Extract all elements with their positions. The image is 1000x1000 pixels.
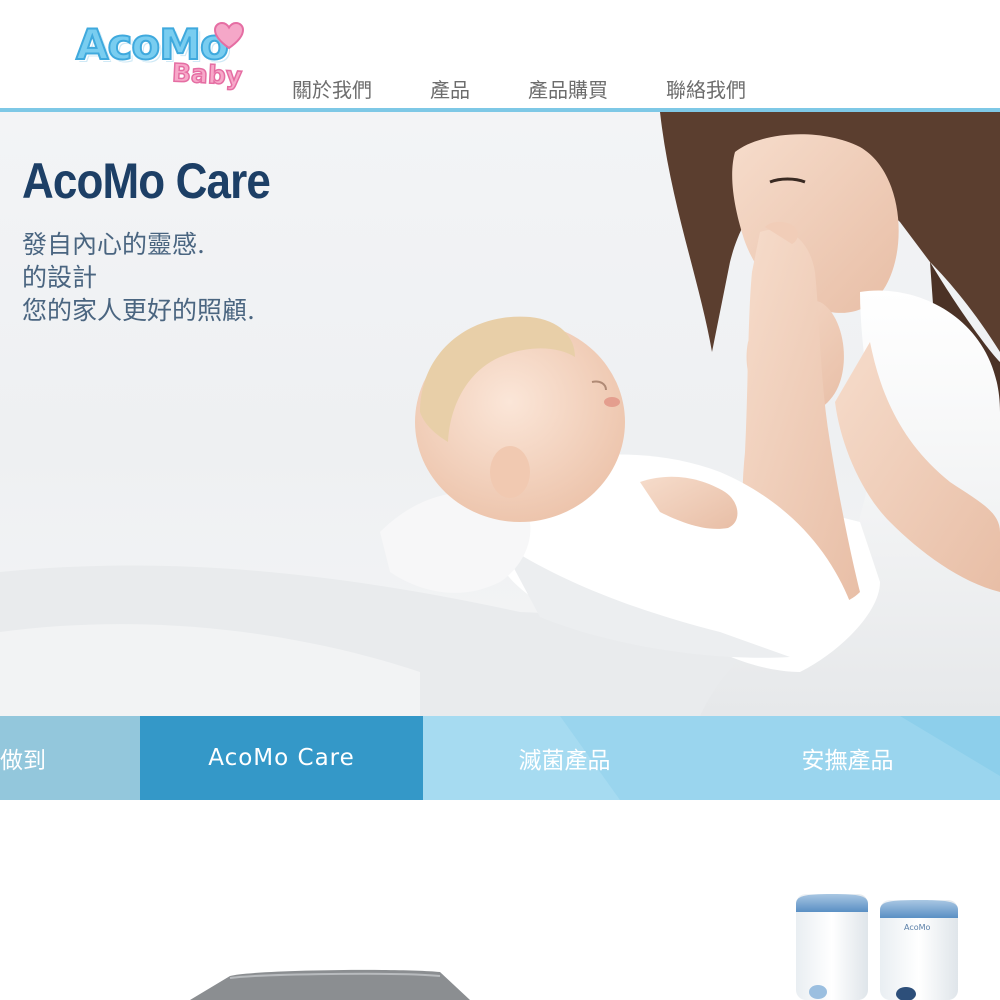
hero-tagline-line: 的設計 bbox=[22, 263, 98, 292]
hero-banner: AcoMo Care 發自內心的靈感. 的設計 您的家人更好的照顧. bbox=[0, 112, 1000, 716]
device-label: AcoMo bbox=[904, 923, 931, 932]
category-tabs: 做到 AcoMo Care 滅菌產品 安撫產品 bbox=[0, 716, 1000, 800]
product-showcase: AcoMo bbox=[0, 800, 1000, 1000]
site-header: AcoMo Baby 關於我們 產品 產品購買 聯絡我們 bbox=[0, 0, 1000, 108]
hero-title: AcoMo Care bbox=[22, 153, 271, 209]
nav-purchase[interactable]: 產品購買 bbox=[528, 74, 608, 103]
logo-subtext: Baby bbox=[171, 57, 244, 91]
main-nav: 關於我們 產品 產品購買 聯絡我們 bbox=[292, 74, 804, 103]
product-images bbox=[190, 894, 958, 1000]
brand-logo[interactable]: AcoMo Baby bbox=[75, 19, 246, 100]
tab-sterilization[interactable]: 滅菌產品 bbox=[423, 716, 706, 800]
tab-acomo-care[interactable]: AcoMo Care bbox=[140, 716, 423, 800]
heart-icon bbox=[214, 22, 244, 50]
nav-about[interactable]: 關於我們 bbox=[292, 74, 372, 103]
nav-products[interactable]: 產品 bbox=[430, 74, 470, 103]
nav-contact[interactable]: 聯絡我們 bbox=[666, 74, 746, 103]
hero-tagline: 發自內心的靈感. 的設計 您的家人更好的照顧. bbox=[22, 228, 255, 327]
hero-tagline-line: 發自內心的靈感. bbox=[22, 230, 205, 259]
tab-soothing[interactable]: 安撫產品 bbox=[706, 716, 989, 800]
hero-tagline-line: 您的家人更好的照顧. bbox=[22, 296, 255, 325]
tab-achieve[interactable]: 做到 bbox=[0, 716, 140, 800]
